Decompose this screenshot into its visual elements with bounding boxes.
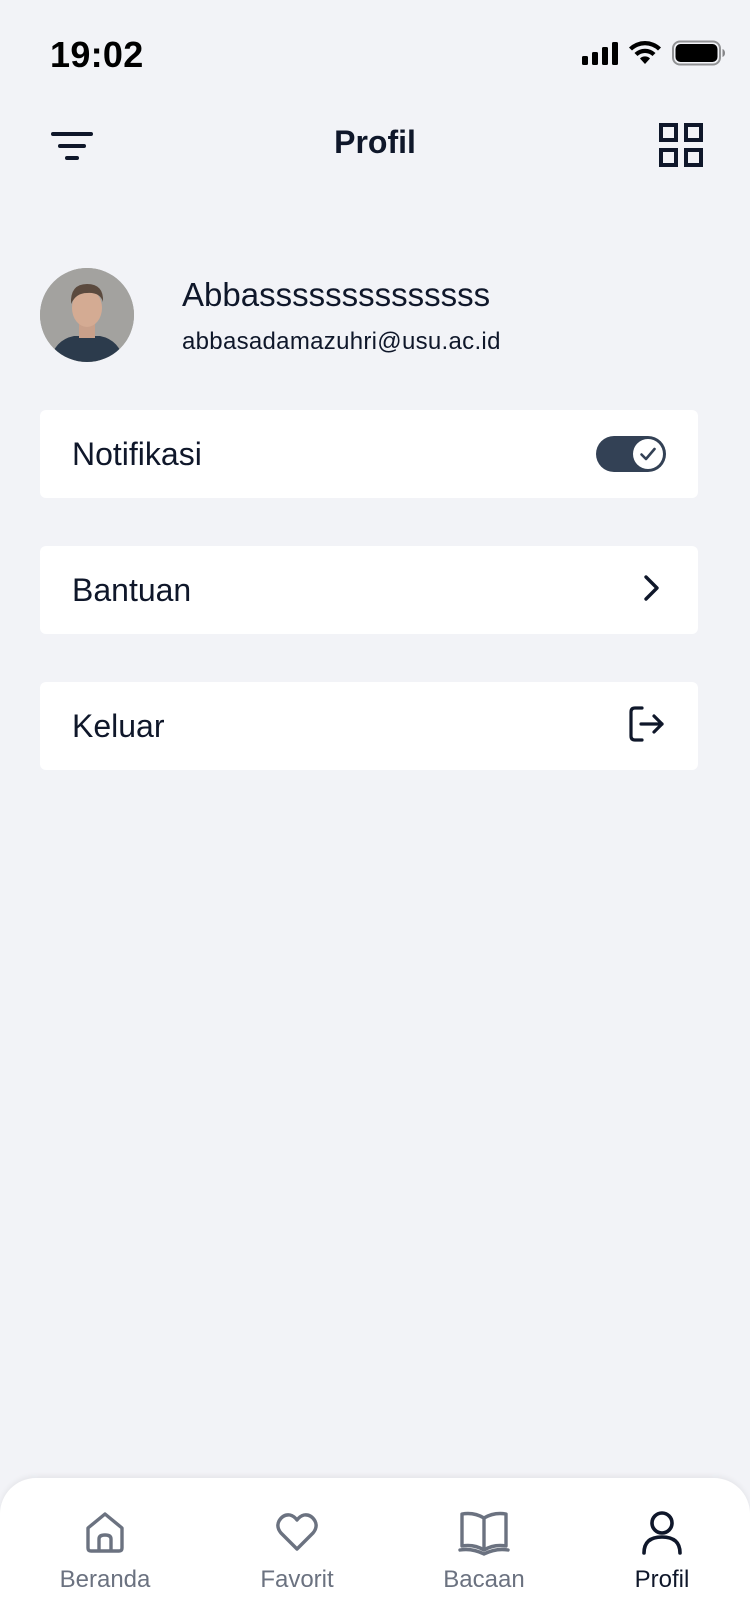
user-icon (640, 1506, 684, 1558)
notifications-label: Notifikasi (72, 435, 202, 472)
grid-icon[interactable] (658, 122, 704, 168)
heart-icon (275, 1506, 319, 1558)
user-email: abbasadamazuhri@usu.ac.id (182, 328, 501, 355)
nav-label-profil: Profil (634, 1566, 690, 1593)
home-icon (84, 1506, 126, 1558)
nav-label-beranda: Beranda (59, 1566, 151, 1593)
wifi-icon (628, 40, 662, 66)
nav-item-favorit[interactable]: Favorit (222, 1506, 372, 1606)
avatar[interactable] (40, 268, 134, 362)
top-bar: Profil (0, 110, 750, 180)
status-time: 19:02 (50, 34, 144, 75)
nav-label-favorit: Favorit (260, 1566, 334, 1593)
help-row[interactable]: Bantuan (40, 546, 698, 634)
nav-item-profil[interactable]: Profil (587, 1506, 737, 1606)
battery-icon (672, 40, 726, 66)
user-name: Abbassssssssssssss (182, 276, 491, 313)
profile-screen: 19:02 Profil Abbassssssssssssss abbasada… (0, 0, 750, 1624)
logout-label: Keluar (72, 707, 165, 744)
toggle-knob (633, 439, 663, 469)
nav-item-beranda[interactable]: Beranda (30, 1506, 180, 1606)
check-icon (640, 447, 656, 461)
book-icon (458, 1506, 510, 1558)
notifications-row: Notifikasi (40, 410, 698, 498)
nav-item-bacaan[interactable]: Bacaan (409, 1506, 559, 1606)
logout-row[interactable]: Keluar (40, 682, 698, 770)
status-bar: 19:02 (0, 0, 750, 100)
cellular-signal-icon (582, 41, 618, 65)
notifications-toggle[interactable] (596, 436, 666, 472)
page-title: Profil (334, 124, 416, 160)
logout-icon (628, 705, 666, 748)
chevron-right-icon (636, 573, 666, 608)
help-label: Bantuan (72, 571, 192, 608)
nav-label-bacaan: Bacaan (443, 1566, 525, 1593)
status-icons (582, 40, 726, 66)
bottom-nav: Beranda Favorit Bacaan Profil (0, 1478, 750, 1624)
profile-header: Abbassssssssssssss abbasadamazuhri@usu.a… (40, 268, 710, 364)
